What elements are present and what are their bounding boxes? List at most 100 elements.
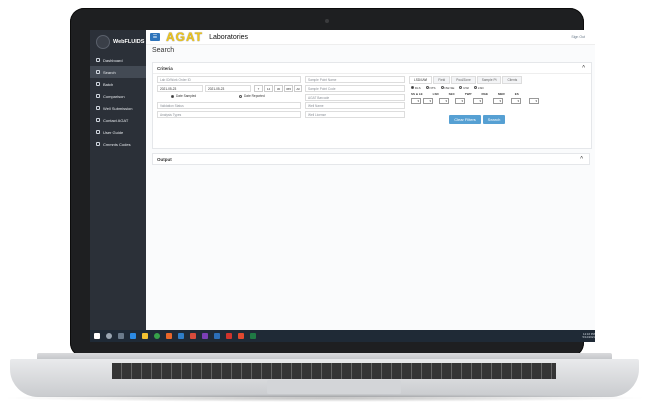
criteria-header[interactable]: Criteria ^ [153,63,591,74]
mail-icon [96,118,100,122]
sample-point-code-input[interactable]: Sample Point Code [305,85,405,92]
tab-sample-pt[interactable]: Sample Pt [476,76,502,84]
date-sampled-option[interactable]: Date Sampled [171,94,196,98]
radio-nts[interactable]: NTS [425,86,436,90]
radio-nw-se[interactable]: NW-SE [440,86,454,90]
chevron-down-icon: ▾ [417,99,419,103]
chevron-up-icon[interactable]: ^ [582,65,585,71]
sidebar-item-batch[interactable]: Batch [90,78,146,90]
sidebar-item-comparison[interactable]: Comparison [90,90,146,102]
chart-icon [96,94,100,98]
file-explorer-icon[interactable] [142,333,148,339]
mer-select[interactable]: ▾ [511,98,521,104]
analysis-types-select[interactable]: Analysis Types [157,111,301,118]
output-panel[interactable]: Output ^ [152,153,590,165]
app-title: WebFLUIDS [113,39,145,45]
range-14-button[interactable]: 14 [264,85,273,92]
range-7-button[interactable]: 7 [254,85,263,92]
page-title: Search [152,47,175,54]
checkbox-icon[interactable] [459,86,463,89]
sidebar-item-dashboard[interactable]: Dashboard [90,54,146,66]
checkbox-icon[interactable] [474,86,478,89]
criteria-panel: Criteria ^ Lab ID/Work Order ID 2021-05-… [152,62,592,149]
keyboard [112,363,556,379]
camera-icon [325,19,329,23]
trackpad [267,380,401,394]
powerpoint-icon[interactable] [190,333,196,339]
radio-icon[interactable] [239,94,242,98]
word-icon[interactable] [214,333,220,339]
upload-icon [96,106,100,110]
ss-le-select-2[interactable]: ▾ [423,98,433,104]
task-view-icon[interactable] [118,333,124,339]
sidebar-item-comments-codes[interactable]: Cmmnts Codes [90,138,146,150]
twp-select[interactable]: ▾ [473,98,483,104]
chevron-up-icon[interactable]: ^ [580,156,583,162]
firefox-icon[interactable] [166,333,172,339]
list-icon [96,82,100,86]
checkbox-uwi[interactable]: UWI [459,86,469,90]
chevron-down-icon: ▾ [429,99,431,103]
tab-field[interactable]: Field [433,76,451,84]
sidebar-item-contact[interactable]: Contact AGAT [90,114,146,126]
tab-clients[interactable]: Clients [502,76,523,84]
lab-id-input[interactable]: Lab ID/Work Order ID [157,76,301,83]
range-all-button[interactable]: All [294,85,302,92]
info-icon [96,130,100,134]
acrobat-icon[interactable] [226,333,232,339]
radio-dls[interactable]: DLS [411,86,421,90]
windows-taskbar: 12:16 PM 5/14/2021 [90,330,595,342]
chevron-down-icon: ▾ [479,99,481,103]
excel-icon[interactable] [250,333,256,339]
lab-label: Laboratories [209,33,249,41]
sec-select[interactable]: ▾ [455,98,465,104]
tab-pool-zone[interactable]: Pool/Zone [451,76,476,84]
lsd-select[interactable]: ▾ [439,98,449,104]
range-365-button[interactable]: 365 [284,85,293,92]
chevron-down-icon: ▾ [445,99,447,103]
search-button[interactable]: Search [483,115,505,124]
sample-point-name-input[interactable]: Sample Point Name [305,76,405,83]
file-icon [96,142,100,146]
ss-le-select[interactable]: ▾ [411,98,421,104]
date-reported-option[interactable]: Date Reported [239,94,265,98]
office-icon[interactable] [238,333,244,339]
chevron-down-icon: ▾ [517,99,519,103]
taskbar-clock[interactable]: 12:16 PM 5/14/2021 [583,333,595,339]
chevron-down-icon: ▾ [499,99,501,103]
lsd-column-headers: SS & LE LSD SEC TWP RGE MER ES [411,92,519,96]
checkbox-lsd[interactable]: LSD [474,86,484,90]
windows-start-icon[interactable] [94,333,100,339]
sidebar-item-search[interactable]: Search [90,66,146,78]
outlook-icon[interactable] [178,333,184,339]
radio-selected-icon[interactable] [411,86,414,89]
onenote-icon[interactable] [202,333,208,339]
well-license-input[interactable]: Well License [305,111,405,118]
date-from-input[interactable]: 2021-05-23 [157,85,203,92]
top-bar: ☰ AGAT Laboratories Sign Out [146,30,595,45]
tab-lsd-uwi[interactable]: LSD/UWI [409,76,433,84]
sidebar: WebFLUIDS Dashboard Search Batch Compari… [90,30,146,330]
rge-select[interactable]: ▾ [493,98,503,104]
chrome-icon[interactable] [154,333,160,339]
date-to-input[interactable]: 2021-05-23 [205,85,251,92]
validation-status-select[interactable]: Validation Status [157,102,301,109]
agat-barcode-input[interactable]: AGAT Barcode [305,94,405,101]
radio-selected-icon[interactable] [171,94,174,98]
clear-filters-button[interactable]: Clear Filters [449,115,481,124]
well-name-input[interactable]: Well Name [305,102,405,109]
sidebar-item-user-guide[interactable]: User Guide [90,126,146,138]
es-select[interactable]: ▾ [529,98,539,104]
range-30-button[interactable]: 30 [274,85,283,92]
sidebar-item-well-submission[interactable]: Well Submission [90,102,146,114]
edge-icon[interactable] [130,333,136,339]
hamburger-icon: ☰ [152,34,158,40]
search-icon [96,70,100,74]
main-content: ☰ AGAT Laboratories Sign Out Search Crit… [146,30,595,330]
radio-icon[interactable] [425,86,429,89]
search-icon[interactable] [106,333,112,339]
app-brand: WebFLUIDS [90,30,146,54]
brand-logo-icon [96,35,110,49]
sign-out-link[interactable]: Sign Out [571,35,585,39]
menu-toggle-button[interactable]: ☰ [150,33,160,41]
